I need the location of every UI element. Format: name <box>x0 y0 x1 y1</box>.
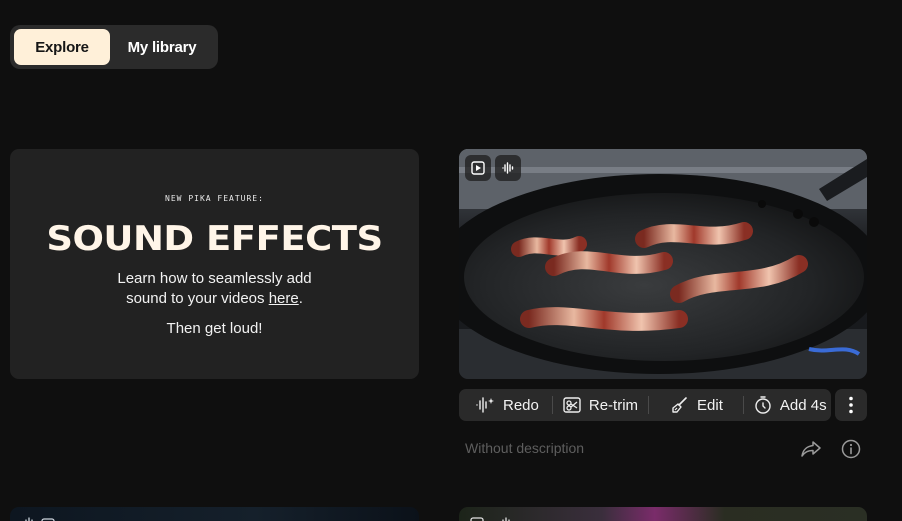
promo-body-suffix: . <box>298 290 303 307</box>
brush-icon <box>672 397 687 413</box>
promo-body: Learn how to seamlessly add sound to you… <box>10 269 419 309</box>
video-thumbnail[interactable] <box>459 149 867 379</box>
redo-button[interactable]: Redo <box>474 389 539 421</box>
promo-body-line2: sound to your videos here. <box>10 289 419 309</box>
tab-my-library[interactable]: My library <box>110 29 214 65</box>
retrim-label: Re-trim <box>588 396 639 414</box>
redo-label: Redo <box>503 396 539 414</box>
redo-sparkle-icon <box>476 397 494 413</box>
sound-badge[interactable] <box>495 155 521 181</box>
promo-title: SOUND EFFECTS <box>46 218 383 259</box>
view-tabs: Explore My library <box>10 25 218 69</box>
info-icon[interactable] <box>840 438 862 460</box>
toolbar-divider <box>551 396 553 414</box>
retrim-button[interactable]: Re-trim <box>562 389 638 421</box>
play-icon <box>470 517 510 521</box>
video-toolbar: Redo Re-trim Edit Add 4s <box>459 389 831 421</box>
edit-label: Edit <box>697 396 723 414</box>
toolbar-divider <box>648 396 650 414</box>
scissors-icon <box>563 397 581 413</box>
vertical-dots-icon <box>849 396 853 414</box>
next-video-thumbnail-left[interactable] <box>10 507 419 521</box>
promo-kicker: NEW PIKA FEATURE: <box>165 194 264 203</box>
video-description: Without description <box>465 440 585 456</box>
more-options-button[interactable] <box>835 389 867 421</box>
play-badge[interactable] <box>465 155 491 181</box>
tab-explore[interactable]: Explore <box>14 29 110 65</box>
promo-footer: Then get loud! <box>166 320 263 337</box>
bacon-pan-image <box>459 149 867 379</box>
play-icon <box>471 161 485 175</box>
add-time-label: Add 4s <box>779 396 827 414</box>
promo-here-link[interactable]: here <box>269 290 299 307</box>
toolbar-divider <box>742 396 744 414</box>
promo-body-prefix: sound to your videos <box>126 290 269 307</box>
sound-wave-icon <box>25 517 55 521</box>
edit-button[interactable]: Edit <box>670 389 723 421</box>
share-icon[interactable] <box>799 437 823 461</box>
timer-plus-icon <box>755 396 771 414</box>
sound-effects-promo-card: NEW PIKA FEATURE: SOUND EFFECTS Learn ho… <box>10 149 419 379</box>
sound-wave-icon <box>502 162 514 174</box>
promo-body-line1: Learn how to seamlessly add <box>117 270 312 287</box>
next-video-thumbnail-right[interactable] <box>459 507 867 521</box>
add-time-button[interactable]: Add 4s <box>753 389 827 421</box>
